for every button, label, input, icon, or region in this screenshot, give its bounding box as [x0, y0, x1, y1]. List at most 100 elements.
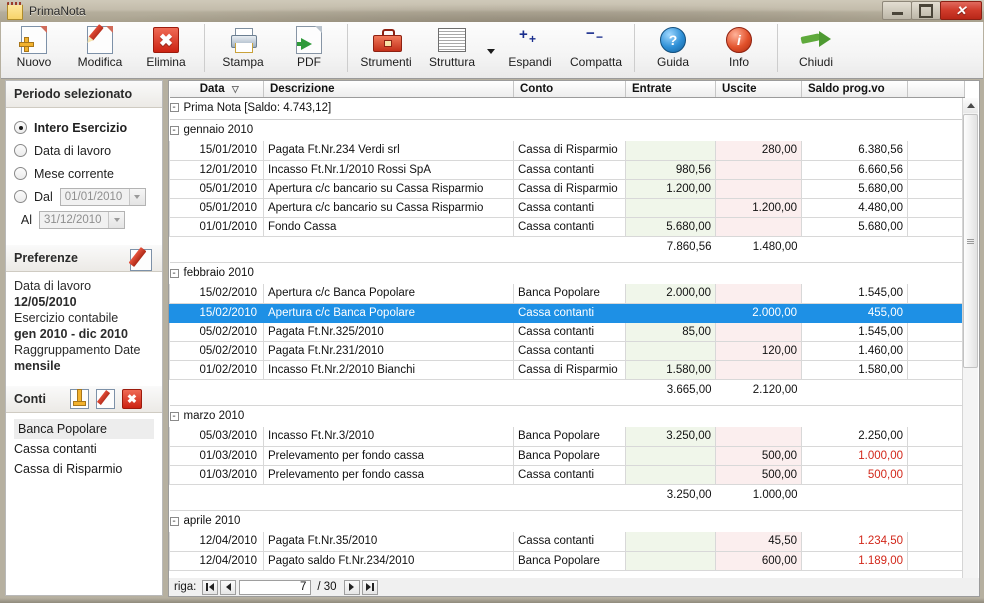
cell-entrate: 3.250,00 — [625, 427, 716, 447]
table-row[interactable]: 12/04/2010 Pagato saldo Ft.Nr.234/2010 B… — [169, 551, 965, 571]
table-row[interactable]: 01/03/2010 Prelevamento per fondo cassa … — [169, 446, 965, 466]
group-header-febbraio[interactable]: - febbraio 2010 — [169, 262, 965, 284]
first-record-icon[interactable] — [202, 579, 219, 595]
delete-account-icon[interactable]: ✖ — [121, 389, 142, 409]
cell-conto: Cassa contanti — [513, 341, 626, 361]
account-item-banca-popolare[interactable]: Banca Popolare — [14, 419, 154, 439]
grid-vertical-scrollbar[interactable] — [962, 98, 978, 594]
group-header-marzo[interactable]: - marzo 2010 — [169, 405, 965, 427]
toolbar-button-chiudi[interactable]: Chiudi — [783, 22, 849, 76]
prev-record-icon[interactable] — [220, 579, 237, 595]
column-header-descrizione[interactable]: Descrizione — [263, 81, 514, 98]
toolbar-button-espandi[interactable]: + + Espandi — [497, 22, 563, 76]
cell-uscite: 600,00 — [715, 551, 802, 571]
table-row[interactable]: 05/02/2010 Pagata Ft.Nr.231/2010 Cassa c… — [169, 341, 965, 361]
toolbar-button-stampa[interactable]: Stampa — [210, 22, 276, 76]
accounts-title: Conti — [14, 392, 46, 406]
toolbar-button-modifica[interactable]: Modifica — [67, 22, 133, 76]
table-row[interactable]: 05/01/2010 Apertura c/c bancario su Cass… — [169, 198, 965, 218]
toolbar-button-strumenti[interactable]: Strumenti — [353, 22, 419, 76]
group-label: gennaio 2010 — [183, 124, 254, 137]
scroll-up-icon[interactable] — [963, 98, 978, 113]
toolbar-button-struttura[interactable]: Struttura — [419, 22, 485, 76]
accounts-list: Banca Popolare Cassa contanti Cassa di R… — [6, 413, 162, 479]
toolbar-button-guida[interactable]: ? Guida — [640, 22, 706, 76]
collapse-toggle-icon[interactable]: - — [169, 516, 179, 526]
radio-mese-corrente[interactable]: Mese corrente — [14, 162, 154, 185]
application-window: PrimaNota ✕ Nuovo Modifica ✖ Elimina Sta… — [0, 0, 984, 603]
close-button[interactable]: ✕ — [940, 1, 982, 20]
column-label-data: Data — [199, 82, 225, 95]
group-header-aprile[interactable]: - aprile 2010 — [169, 510, 965, 532]
add-account-icon[interactable] — [69, 389, 89, 409]
table-row[interactable]: 12/01/2010 Incasso Ft.Nr.1/2010 Rossi Sp… — [169, 160, 965, 180]
toolbar-button-pdf[interactable]: PDF — [276, 22, 342, 76]
collapse-toggle-icon[interactable]: - — [169, 411, 179, 421]
date-to-input[interactable]: 31/12/2010 — [39, 210, 125, 229]
cell-filler — [907, 322, 965, 342]
toolbar-button-nuovo[interactable]: Nuovo — [1, 22, 67, 76]
date-from-input[interactable]: 01/01/2010 — [59, 187, 146, 206]
table-row[interactable]: 15/01/2010 Pagata Ft.Nr.234 Verdi srl Ca… — [169, 141, 965, 161]
cell-uscite: 500,00 — [715, 465, 802, 485]
cell-saldo: 6.380,56 — [801, 141, 908, 161]
cell-saldo: 1.000,00 — [801, 446, 908, 466]
last-record-icon[interactable] — [361, 579, 378, 595]
account-item-cassa-di-risparmio[interactable]: Cassa di Risparmio — [6, 459, 162, 479]
toolbar-button-elimina[interactable]: ✖ Elimina — [133, 22, 199, 76]
column-header-saldo[interactable]: Saldo prog.vo — [801, 81, 908, 98]
cell-descrizione: Incasso Ft.Nr.3/2010 — [263, 427, 514, 447]
radio-dal[interactable]: Dal 01/01/2010 — [14, 185, 154, 208]
radio-intero-esercizio[interactable]: Intero Esercizio — [14, 116, 154, 139]
chevron-down-icon[interactable] — [485, 22, 497, 78]
table-row[interactable]: 01/03/2010 Prelevamento per fondo cassa … — [169, 465, 965, 485]
table-row[interactable]: 05/01/2010 Apertura c/c bancario su Cass… — [169, 179, 965, 199]
expand-plus-icon: + + — [519, 26, 537, 46]
column-header-uscite[interactable]: Uscite — [715, 81, 802, 98]
cell-entrate: 5.680,00 — [625, 217, 716, 237]
edit-account-icon[interactable] — [95, 389, 115, 409]
column-header-data[interactable]: Data ▽ — [169, 81, 264, 98]
collapse-toggle-icon[interactable]: - — [169, 103, 179, 113]
grid-body: - Prima Nota [Saldo: 4.743,12] - gennaio 2… — [169, 97, 965, 571]
group-label: febbraio 2010 — [183, 267, 254, 280]
cell-saldo: 1.545,00 — [801, 284, 908, 304]
scrollbar-thumb[interactable] — [963, 114, 978, 368]
radio-data-di-lavoro[interactable]: Data di lavoro — [14, 139, 154, 162]
cell-data: 05/03/2010 — [169, 427, 264, 447]
record-navigator: riga: 7 / 30 — [168, 578, 980, 597]
table-row-selected[interactable]: 15/02/2010 Apertura c/c Banca Popolare C… — [169, 303, 965, 323]
table-row[interactable]: 05/03/2010 Incasso Ft.Nr.3/2010 Banca Po… — [169, 427, 965, 447]
radio-label: Dal — [34, 189, 53, 204]
table-row[interactable]: 05/02/2010 Pagata Ft.Nr.325/2010 Cassa c… — [169, 322, 965, 342]
cell-saldo: 2.250,00 — [801, 427, 908, 447]
toolbar-button-compatta[interactable]: − − Compatta — [563, 22, 629, 76]
table-row[interactable]: 01/02/2010 Incasso Ft.Nr.2/2010 Bianchi … — [169, 360, 965, 380]
cell-conto: Cassa contanti — [513, 198, 626, 218]
table-row[interactable]: 15/02/2010 Apertura c/c Banca Popolare B… — [169, 284, 965, 304]
column-header-conto[interactable]: Conto — [513, 81, 626, 98]
toolbar-label-stampa: Stampa — [222, 55, 264, 69]
group-label: marzo 2010 — [183, 410, 245, 423]
calendar-dropdown-icon[interactable] — [108, 211, 124, 228]
collapse-toggle-icon[interactable]: - — [169, 125, 179, 135]
group-header-gennaio[interactable]: - gennaio 2010 — [169, 119, 965, 141]
grid-root-row[interactable]: - Prima Nota [Saldo: 4.743,12] — [169, 97, 965, 120]
account-item-cassa-contanti[interactable]: Cassa contanti — [6, 439, 162, 459]
total-entrate: 3.250,00 — [666, 489, 712, 502]
grouping-label: Raggruppamento Date — [14, 343, 141, 357]
cell-conto: Cassa contanti — [513, 303, 626, 323]
table-row[interactable]: 12/04/2010 Pagata Ft.Nr.35/2010 Cassa co… — [169, 532, 965, 552]
calendar-dropdown-icon[interactable] — [128, 188, 145, 205]
collapse-toggle-icon[interactable]: - — [169, 268, 179, 278]
column-header-entrate[interactable]: Entrate — [625, 81, 716, 98]
table-row[interactable]: 01/01/2010 Fondo Cassa Cassa contanti 5.… — [169, 217, 965, 237]
edit-preferences-icon[interactable] — [128, 245, 154, 271]
current-row-input[interactable]: 7 — [239, 579, 312, 595]
minimize-button[interactable] — [882, 1, 912, 20]
toolbar-button-info[interactable]: i Info — [706, 22, 772, 76]
cell-filler — [907, 179, 965, 199]
next-record-icon[interactable] — [343, 579, 360, 595]
maximize-button[interactable] — [911, 1, 941, 20]
cell-filler — [907, 446, 965, 466]
